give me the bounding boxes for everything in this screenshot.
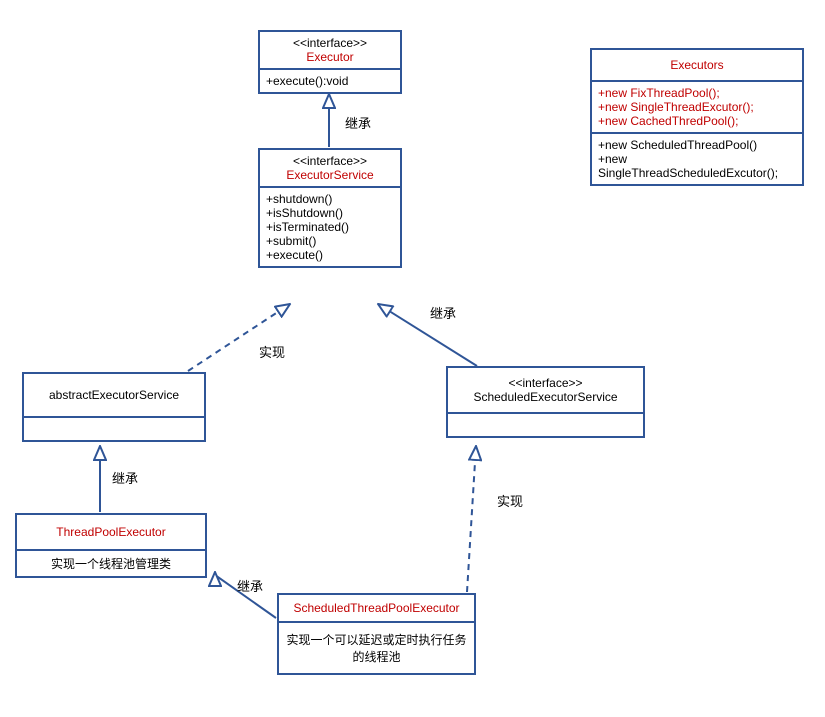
class-name: Executor <box>266 50 394 64</box>
empty-compartment <box>448 414 643 436</box>
label-inherit: 继承 <box>345 113 371 132</box>
class-abstract-executor-service: abstractExecutorService <box>22 372 206 442</box>
stereotype: <<interface>> <box>454 376 637 390</box>
method: +isTerminated() <box>266 220 394 234</box>
class-executors: Executors +new FixThreadPool(); +new Sin… <box>590 48 804 186</box>
class-name: ThreadPoolExecutor <box>17 515 205 551</box>
class-desc: 实现一个线程池管理类 <box>17 551 205 576</box>
label-realize: 实现 <box>497 491 523 510</box>
method: +execute() <box>266 248 394 262</box>
class-desc: 实现一个可以延迟或定时执行任务的线程池 <box>279 623 474 673</box>
uml-canvas: <<interface>> Executor +execute():void <… <box>0 0 825 717</box>
class-scheduled-thread-pool-executor: ScheduledThreadPoolExecutor 实现一个可以延迟或定时执… <box>277 593 476 675</box>
empty-compartment <box>24 418 204 440</box>
class-thread-pool-executor: ThreadPoolExecutor 实现一个线程池管理类 <box>15 513 207 578</box>
methods-red: +new FixThreadPool(); +new SingleThreadE… <box>592 82 802 134</box>
class-name: ExecutorService <box>266 168 394 182</box>
label-inherit: 继承 <box>112 468 138 487</box>
method: +new SingleThreadExcutor(); <box>598 100 796 114</box>
class-executorservice: <<interface>> ExecutorService +shutdown(… <box>258 148 402 268</box>
class-name: Executors <box>592 50 802 82</box>
label-realize: 实现 <box>259 342 285 361</box>
method: SingleThreadScheduledExcutor(); <box>598 166 796 180</box>
method: +isShutdown() <box>266 206 394 220</box>
stereotype: <<interface>> <box>266 36 394 50</box>
method: +new <box>598 152 796 166</box>
method: +new FixThreadPool(); <box>598 86 796 100</box>
label-inherit: 继承 <box>430 303 456 322</box>
method: +new ScheduledThreadPool() <box>598 138 796 152</box>
class-header: <<interface>> ExecutorService <box>260 150 400 188</box>
label-inherit: 继承 <box>237 576 263 595</box>
method: +execute():void <box>260 70 400 92</box>
class-header: <<interface>> Executor <box>260 32 400 70</box>
class-scheduled-executor-service: <<interface>> ScheduledExecutorService <box>446 366 645 438</box>
class-name: ScheduledThreadPoolExecutor <box>279 595 474 623</box>
class-name: ScheduledExecutorService <box>454 390 637 404</box>
methods-black: +new ScheduledThreadPool() +new SingleTh… <box>592 134 802 184</box>
class-executor: <<interface>> Executor +execute():void <box>258 30 402 94</box>
class-header: <<interface>> ScheduledExecutorService <box>448 368 643 414</box>
stereotype: <<interface>> <box>266 154 394 168</box>
methods: +shutdown() +isShutdown() +isTerminated(… <box>260 188 400 266</box>
class-name: abstractExecutorService <box>24 374 204 418</box>
method: +shutdown() <box>266 192 394 206</box>
method: +new CachedThredPool(); <box>598 114 796 128</box>
method: +submit() <box>266 234 394 248</box>
